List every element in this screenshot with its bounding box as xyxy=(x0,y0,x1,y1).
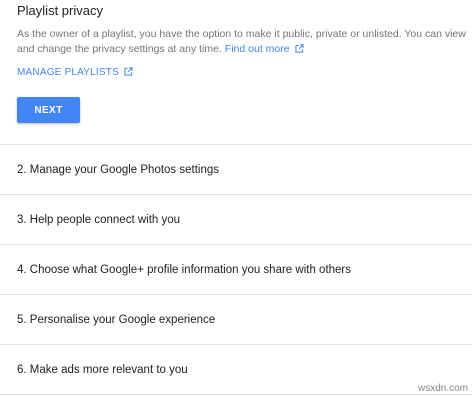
step-personalise-experience[interactable]: 5. Personalise your Google experience xyxy=(0,295,472,345)
section-description: As the owner of a playlist, you have the… xyxy=(17,27,467,57)
manage-playlists-link[interactable]: MANAGE PLAYLISTS xyxy=(17,67,133,78)
privacy-checkup-page: Playlist privacy As the owner of a playl… xyxy=(0,0,472,396)
section-title: Playlist privacy xyxy=(17,3,103,18)
step-label: 2. Manage your Google Photos settings xyxy=(17,163,220,176)
find-out-more-link[interactable]: Find out more xyxy=(225,43,304,55)
open-in-new-icon xyxy=(294,44,304,53)
step-help-people-connect[interactable]: 3. Help people connect with you xyxy=(0,195,472,245)
step-label: 5. Personalise your Google experience xyxy=(17,313,216,326)
step-google-plus-profile[interactable]: 4. Choose what Google+ profile informati… xyxy=(0,245,472,295)
step-ads-relevance[interactable]: 6. Make ads more relevant to you xyxy=(0,345,472,395)
step-label: 3. Help people connect with you xyxy=(17,213,181,226)
checkup-step-list: 2. Manage your Google Photos settings 3.… xyxy=(0,145,472,395)
playlist-privacy-section: Playlist privacy As the owner of a playl… xyxy=(0,0,472,145)
step-google-photos[interactable]: 2. Manage your Google Photos settings xyxy=(0,145,472,195)
step-label: 4. Choose what Google+ profile informati… xyxy=(17,263,352,276)
manage-playlists-label: MANAGE PLAYLISTS xyxy=(17,67,119,78)
next-button[interactable]: NEXT xyxy=(17,97,80,123)
step-label: 6. Make ads more relevant to you xyxy=(17,363,188,376)
find-out-more-label: Find out more xyxy=(224,43,290,55)
open-in-new-icon xyxy=(124,67,133,76)
watermark: wsxdn.com xyxy=(417,383,468,394)
